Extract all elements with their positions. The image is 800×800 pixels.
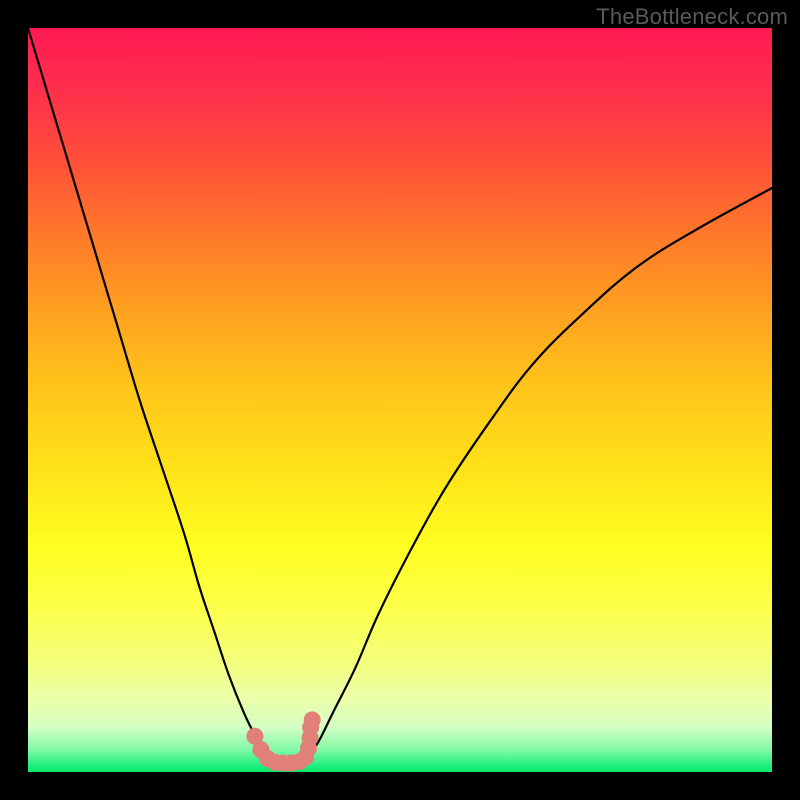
left-branch-curve: [28, 28, 277, 757]
chart-frame: TheBottleneck.com: [0, 0, 800, 800]
valley-marker-group: [246, 711, 320, 771]
curve-layer: [28, 28, 772, 772]
right-branch-curve: [307, 188, 772, 757]
plot-area: [28, 28, 772, 772]
valley-marker: [304, 711, 321, 728]
watermark-text: TheBottleneck.com: [596, 4, 788, 30]
